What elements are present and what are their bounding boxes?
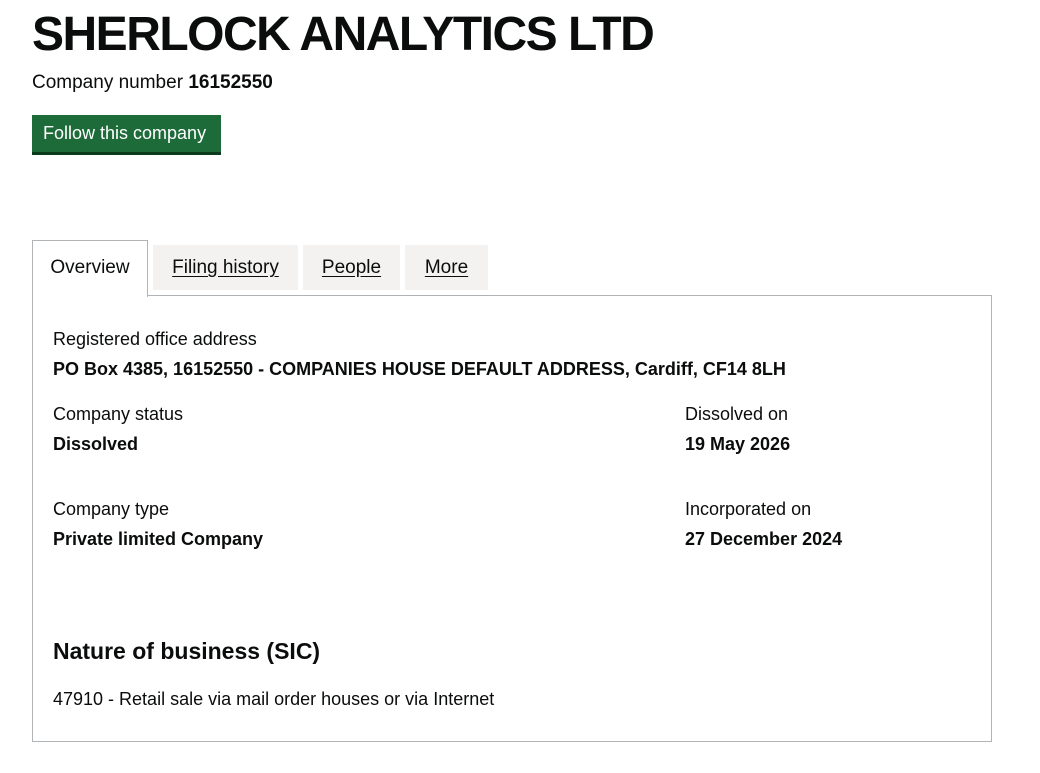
company-number: Company number 16152550 — [32, 71, 273, 95]
tab-more[interactable]: More — [405, 245, 488, 290]
company-number-value: 16152550 — [188, 72, 273, 93]
company-overview-page: SHERLOCK ANALYTICS LTD Company number 16… — [0, 0, 1040, 773]
overview-panel: Registered office address PO Box 4385, 1… — [32, 295, 992, 742]
company-status-value: Dissolved — [53, 434, 139, 454]
tab-people[interactable]: People — [303, 245, 400, 290]
incorporated-on-label: Incorporated on — [685, 499, 812, 519]
sic-code-item: 47910 - Retail sale via mail order house… — [53, 689, 495, 709]
follow-company-button[interactable]: Follow this company — [32, 115, 221, 155]
tab-filing-history[interactable]: Filing history — [153, 245, 298, 290]
nature-of-business-heading: Nature of business (SIC) — [53, 638, 321, 664]
dissolved-on-label: Dissolved on — [685, 404, 789, 424]
registered-office-value: PO Box 4385, 16152550 - COMPANIES HOUSE … — [53, 359, 786, 379]
company-type-label: Company type — [53, 499, 170, 519]
incorporated-on-value: 27 December 2024 — [685, 529, 843, 549]
dissolved-on-value: 19 May 2026 — [685, 434, 791, 454]
company-status-label: Company status — [53, 404, 184, 424]
registered-office-label: Registered office address — [53, 329, 257, 349]
company-number-label: Company number — [32, 72, 184, 93]
company-type-value: Private limited Company — [53, 529, 264, 549]
tab-overview[interactable]: Overview — [32, 240, 148, 297]
page-title: SHERLOCK ANALYTICS LTD — [32, 8, 655, 61]
